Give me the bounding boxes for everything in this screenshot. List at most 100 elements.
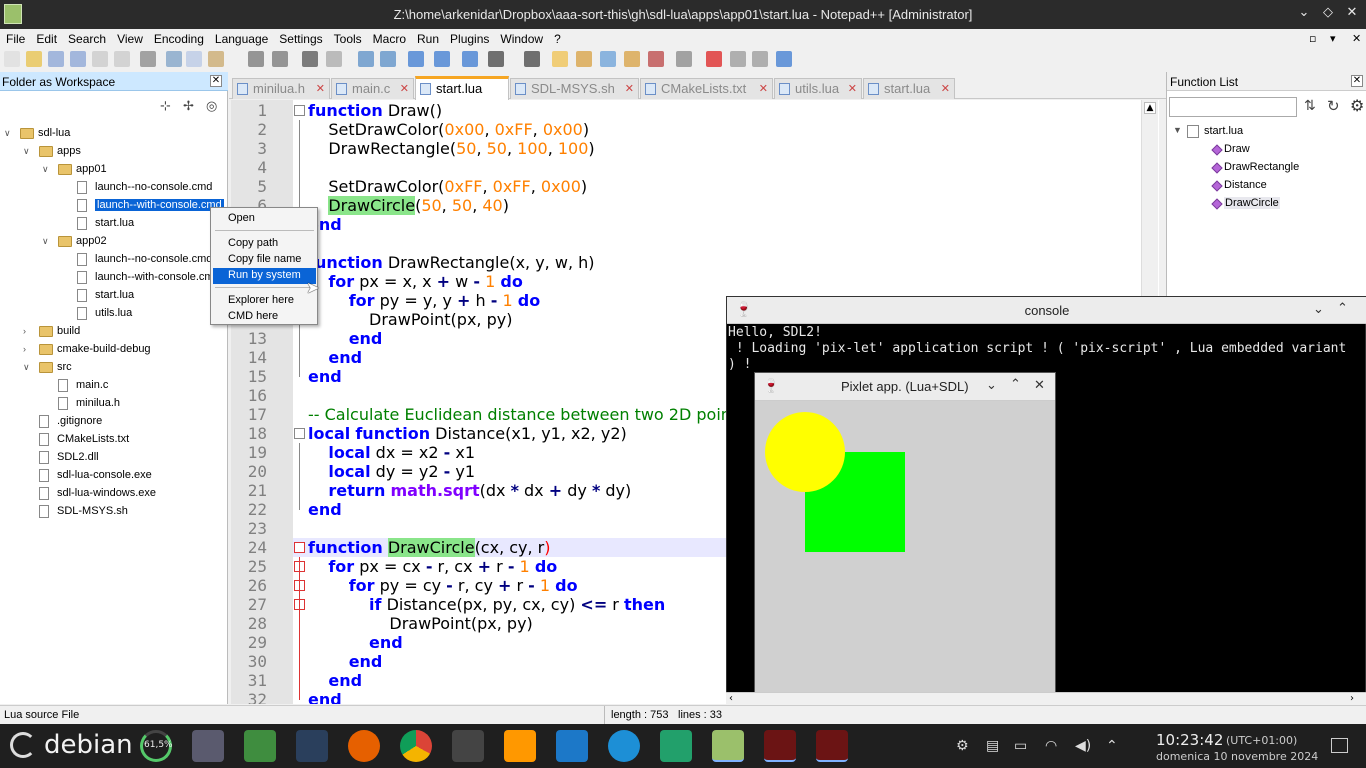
tree-file[interactable]: utils.lua xyxy=(0,305,226,323)
maximize-button[interactable]: ⌃ xyxy=(1010,377,1021,392)
function-item[interactable]: Draw xyxy=(1224,143,1250,155)
close-tab-icon[interactable]: ✕ xyxy=(941,82,950,95)
sort-icon[interactable]: ⇅ xyxy=(1304,98,1316,114)
tree-file[interactable]: launch--no-console.cmd xyxy=(0,251,226,269)
clion-icon[interactable] xyxy=(660,730,692,762)
edge-icon[interactable] xyxy=(608,730,640,762)
menu-tools[interactable]: Tools xyxy=(328,29,367,46)
tree-folder[interactable]: › cmake-build-debug xyxy=(0,341,226,359)
menu-plugins[interactable]: Plugins xyxy=(444,29,494,46)
network-settings-icon[interactable]: ⚙ xyxy=(956,738,969,754)
record-icon[interactable] xyxy=(676,51,692,67)
context-menu-item[interactable]: CMD here xyxy=(213,309,316,325)
menu-language[interactable]: Language xyxy=(209,29,273,46)
print-icon[interactable] xyxy=(140,51,156,67)
battery-icon[interactable]: ▭ xyxy=(1014,738,1027,754)
new-file-icon[interactable] xyxy=(4,51,20,67)
close-panel-button[interactable]: ✕ xyxy=(1351,75,1363,87)
chevron-up-icon[interactable]: ⌃ xyxy=(1106,738,1118,754)
menu-search[interactable]: Search xyxy=(62,29,111,46)
tree-file[interactable]: main.c xyxy=(0,377,226,395)
tree-file[interactable]: start.lua xyxy=(0,287,226,305)
scroll-right-icon[interactable]: › xyxy=(1350,693,1354,704)
find-icon[interactable] xyxy=(302,51,318,67)
mdi-restore-button[interactable]: ▫ xyxy=(1309,32,1316,45)
scroll-left-icon[interactable]: ‹ xyxy=(729,693,733,704)
close-button[interactable]: ✕ xyxy=(1034,378,1045,393)
chevron-right-icon[interactable]: › xyxy=(23,344,26,354)
sync-h-icon[interactable] xyxy=(434,51,450,67)
func-list-icon[interactable] xyxy=(600,51,616,67)
indent-guide-icon[interactable] xyxy=(524,51,540,67)
sublime-text-icon[interactable] xyxy=(504,730,536,762)
chevron-right-icon[interactable]: › xyxy=(23,326,26,336)
tree-file[interactable]: sdl-lua-console.exe xyxy=(0,467,226,485)
close-button[interactable]: ✕ xyxy=(1342,5,1362,23)
menu-edit[interactable]: Edit xyxy=(30,29,62,46)
notepadpp-icon[interactable] xyxy=(712,730,744,762)
collapse-all-icon[interactable]: ✢ xyxy=(183,99,194,114)
close-tab-icon[interactable]: ✕ xyxy=(759,82,768,95)
context-menu-item[interactable]: Run by system xyxy=(213,268,316,284)
tree-file[interactable]: SDL2.dll xyxy=(0,449,226,467)
doc-map-icon[interactable] xyxy=(576,51,592,67)
wine-glass-icon[interactable] xyxy=(764,730,796,762)
tree-file[interactable]: launch--with-console.cmd xyxy=(0,269,226,287)
vscode-icon[interactable] xyxy=(556,730,588,762)
tab-file[interactable]: start.lua ✕ xyxy=(863,78,955,99)
tab-file[interactable]: start.lua xyxy=(415,76,509,100)
play-multi-icon[interactable] xyxy=(752,51,768,67)
mdi-close-button[interactable]: ✕ xyxy=(1352,32,1361,45)
chevron-down-icon[interactable]: ∨ xyxy=(42,236,49,247)
menu-run[interactable]: Run xyxy=(411,29,444,46)
menu-macro[interactable]: Macro xyxy=(367,29,411,46)
open-file-icon[interactable] xyxy=(26,51,42,67)
minimize-button[interactable]: ⌄ xyxy=(1313,302,1324,317)
stop-icon[interactable] xyxy=(706,51,722,67)
tab-file[interactable]: SDL-MSYS.sh ✕ xyxy=(510,78,639,99)
copy-icon[interactable] xyxy=(186,51,202,67)
tab-file[interactable]: CMakeLists.txt ✕ xyxy=(640,78,773,99)
monitor-icon[interactable] xyxy=(648,51,664,67)
function-item[interactable]: DrawRectangle xyxy=(1224,161,1299,173)
chevron-down-icon[interactable]: ▼ xyxy=(1173,125,1182,135)
chrome-icon[interactable] xyxy=(400,730,432,762)
close-tab-icon[interactable]: ✕ xyxy=(625,82,634,95)
chevron-down-icon[interactable]: ∨ xyxy=(42,164,49,175)
clipboard-icon[interactable]: ▤ xyxy=(986,738,999,754)
function-item[interactable]: Distance xyxy=(1224,179,1267,191)
tree-folder[interactable]: ∨ app02 xyxy=(0,233,226,251)
context-menu-item[interactable]: Copy file name xyxy=(213,252,316,268)
undo-icon[interactable] xyxy=(248,51,264,67)
function-list-root[interactable]: start.lua xyxy=(1204,125,1243,137)
context-menu-item[interactable]: Copy path xyxy=(213,236,316,252)
volume-icon[interactable]: ◀) xyxy=(1075,738,1091,754)
close-all-icon[interactable] xyxy=(114,51,130,67)
locate-file-icon[interactable]: ◎ xyxy=(206,99,217,114)
tree-folder[interactable]: ∨ app01 xyxy=(0,161,226,179)
notifications-icon[interactable] xyxy=(1331,738,1348,753)
close-tab-icon[interactable]: ✕ xyxy=(316,82,325,95)
tab-file[interactable]: main.c ✕ xyxy=(331,78,414,99)
tree-file[interactable]: launch--with-console.cmd xyxy=(0,197,226,215)
chevron-down-icon[interactable]: ∨ xyxy=(23,362,30,373)
tree-file[interactable]: .gitignore xyxy=(0,413,226,431)
tree-folder[interactable]: › build xyxy=(0,323,226,341)
save-all-icon[interactable] xyxy=(70,51,86,67)
tab-file[interactable]: minilua.h ✕ xyxy=(232,78,330,99)
menu-settings[interactable]: Settings xyxy=(273,29,327,46)
tab-file[interactable]: utils.lua ✕ xyxy=(774,78,862,99)
word-wrap-icon[interactable] xyxy=(462,51,478,67)
lang-icon[interactable] xyxy=(552,51,568,67)
cut-icon[interactable] xyxy=(166,51,182,67)
play-icon[interactable] xyxy=(730,51,746,67)
tree-file[interactable]: start.lua xyxy=(0,215,226,233)
save-icon[interactable] xyxy=(48,51,64,67)
fold-toggle-icon[interactable] xyxy=(294,428,305,439)
pixlet-canvas[interactable] xyxy=(755,402,1055,702)
screenshot-tool-icon[interactable] xyxy=(192,730,224,762)
function-item[interactable]: DrawCircle xyxy=(1224,197,1280,209)
firefox-icon[interactable] xyxy=(348,730,380,762)
console-icon[interactable] xyxy=(452,730,484,762)
menu-encoding[interactable]: Encoding xyxy=(148,29,209,46)
